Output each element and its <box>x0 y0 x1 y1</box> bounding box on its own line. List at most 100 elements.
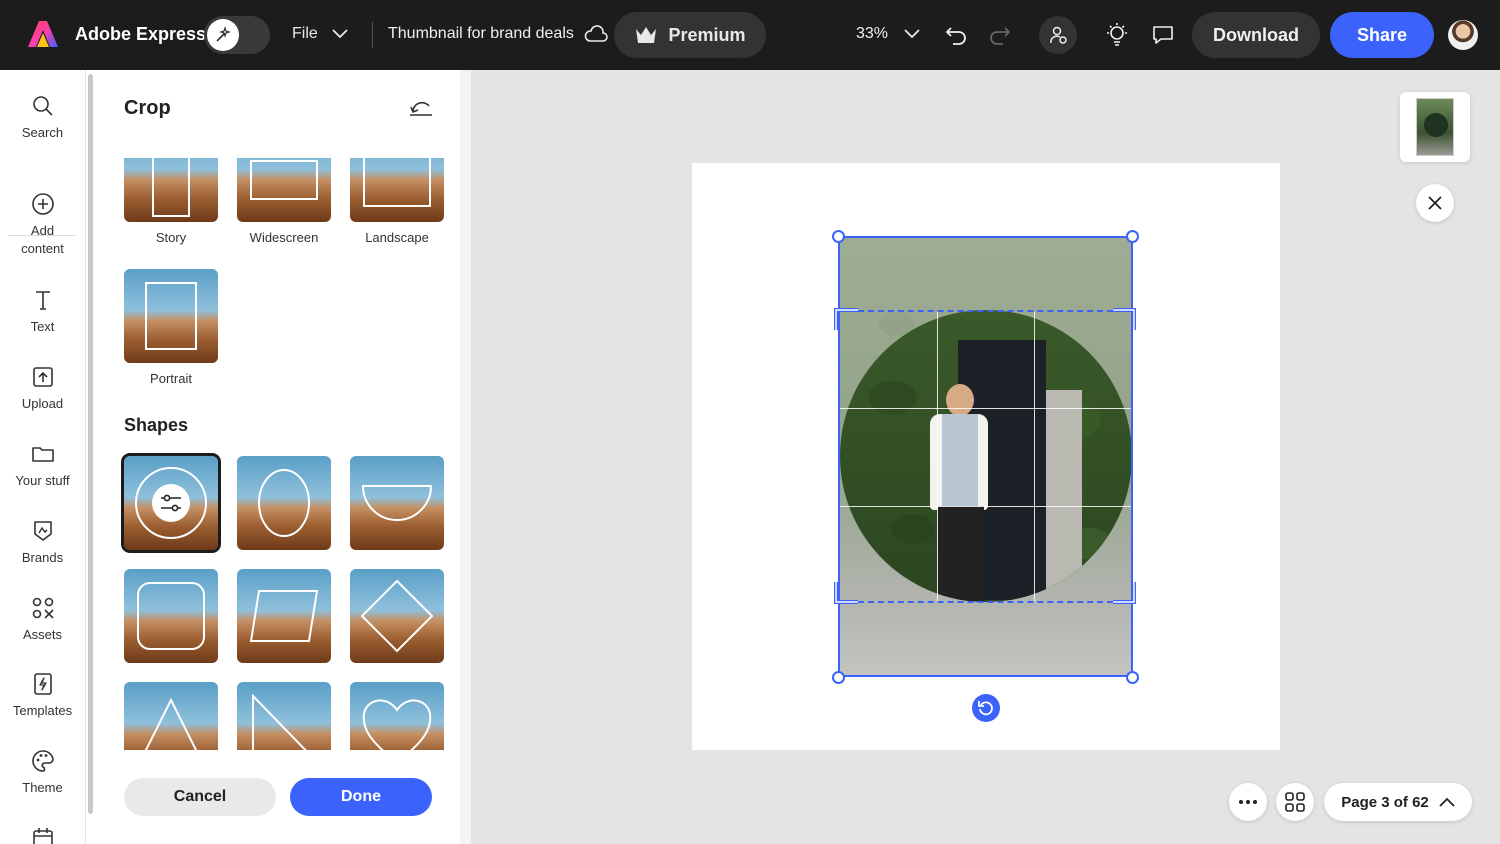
ratio-option-landscape[interactable]: Landscape <box>350 158 444 245</box>
ratio-thumbnail <box>350 158 444 222</box>
rail-item-your-stuff[interactable]: Your stuff <box>0 442 85 490</box>
rail-item-upload[interactable]: Upload <box>0 365 85 413</box>
rail-item-label: Assets <box>22 627 62 642</box>
rail-item-calendar[interactable] <box>0 826 85 844</box>
chevron-down-icon <box>332 29 348 39</box>
ratio-option-widescreen[interactable]: Widescreen <box>237 158 331 245</box>
adobe-express-logo-icon[interactable] <box>28 20 58 48</box>
page-thumbnail[interactable] <box>1400 92 1470 162</box>
shape-option-half-circle[interactable] <box>350 456 444 550</box>
grid-icon <box>1285 792 1305 812</box>
download-button[interactable]: Download <box>1192 12 1320 58</box>
left-rail: Search Add content Text Upload Your stuf… <box>0 70 85 844</box>
top-bar: Adobe Express File Thumbnail for brand d… <box>0 0 1500 70</box>
search-icon <box>32 96 53 116</box>
shape-option-triangle[interactable] <box>124 682 218 750</box>
shape-thumbnail <box>350 682 444 750</box>
rail-item-add-content[interactable]: Add content <box>0 192 85 258</box>
close-button[interactable] <box>1416 184 1454 222</box>
done-button[interactable]: Done <box>290 778 432 816</box>
shape-thumbnail <box>350 569 444 663</box>
grid-view-button[interactable] <box>1276 783 1314 821</box>
crop-corner-brackets[interactable] <box>830 302 1141 611</box>
close-icon <box>1428 196 1442 210</box>
resize-handle-top-right[interactable] <box>1126 230 1139 243</box>
collaborate-button[interactable] <box>1039 16 1077 54</box>
toolbar-divider <box>372 22 373 48</box>
app-name[interactable]: Adobe Express <box>75 24 206 45</box>
plus-circle-icon <box>31 193 54 215</box>
shape-thumbnail <box>124 682 218 750</box>
brand-icon <box>33 521 52 541</box>
chevron-up-icon <box>1439 797 1455 807</box>
shape-thumbnail <box>237 569 331 663</box>
shape-thumbnail <box>237 456 331 550</box>
undo-button[interactable] <box>941 19 973 51</box>
generative-toggle[interactable] <box>204 16 270 54</box>
chevron-down-icon <box>904 29 920 39</box>
shape-option-ellipse[interactable] <box>237 456 331 550</box>
share-button[interactable]: Share <box>1330 12 1434 58</box>
lightbulb-button[interactable] <box>1101 19 1133 51</box>
rail-scrollbar[interactable] <box>86 70 96 844</box>
resize-handle-bottom-right[interactable] <box>1126 671 1139 684</box>
rail-item-assets[interactable]: Assets <box>0 596 85 644</box>
rail-item-search[interactable]: Search <box>0 94 85 142</box>
redo-icon <box>990 27 1011 45</box>
file-menu-label: File <box>292 25 318 42</box>
rotate-button[interactable] <box>972 694 1000 722</box>
crop-panel: Crop Story Widescreen Landscape Portrait <box>96 70 466 844</box>
redo-button[interactable] <box>983 19 1015 51</box>
palette-icon <box>31 750 54 772</box>
reset-crop-button[interactable] <box>408 96 434 120</box>
rail-item-label: Templates <box>12 703 73 718</box>
folder-icon <box>31 447 54 462</box>
ratio-label: Landscape <box>365 230 429 245</box>
shape-thumbnail <box>237 682 331 750</box>
ratio-label: Widescreen <box>249 230 319 245</box>
more-options-button[interactable] <box>1229 783 1267 821</box>
lightbulb-icon <box>1107 23 1127 46</box>
shape-option-rounded-square[interactable] <box>124 569 218 663</box>
reset-icon <box>410 101 432 116</box>
resize-handle-bottom-left[interactable] <box>832 671 845 684</box>
file-menu[interactable]: File <box>292 25 348 43</box>
document-title-text: Thumbnail for brand deals <box>388 25 574 42</box>
ratio-option-portrait[interactable]: Portrait <box>124 269 218 386</box>
more-icon <box>1239 800 1257 804</box>
rail-item-brands[interactable]: Brands <box>0 519 85 567</box>
rail-item-label: Upload <box>21 396 64 411</box>
premium-button[interactable]: Premium <box>614 12 766 58</box>
zoom-menu[interactable]: 33% <box>856 25 920 43</box>
shape-option-heart[interactable] <box>350 682 444 750</box>
shape-option-diamond[interactable] <box>350 569 444 663</box>
comments-button[interactable] <box>1147 19 1179 51</box>
page-indicator: Page 3 of 62 <box>1341 793 1429 811</box>
ratio-thumbnail <box>124 269 218 363</box>
ratio-label: Story <box>155 230 187 245</box>
page-navigator[interactable]: Page 3 of 62 <box>1324 783 1472 821</box>
rail-item-text[interactable]: Text <box>0 288 85 336</box>
ratio-thumbnail <box>124 158 218 222</box>
rotate-icon <box>978 701 993 716</box>
panel-edge <box>460 70 471 844</box>
rail-item-templates[interactable]: Templates <box>0 672 85 720</box>
resize-handle-top-left[interactable] <box>832 230 845 243</box>
rail-item-label: Text <box>30 319 55 334</box>
people-icon <box>1050 26 1067 44</box>
text-icon <box>35 291 50 310</box>
document-title[interactable]: Thumbnail for brand deals <box>388 25 608 43</box>
shape-option-parallelogram[interactable] <box>237 569 331 663</box>
crown-icon <box>636 27 657 43</box>
cancel-button[interactable]: Cancel <box>124 778 276 816</box>
shape-option-circle[interactable] <box>121 453 221 553</box>
shape-option-right-triangle[interactable] <box>237 682 331 750</box>
rail-item-label: Add content <box>21 223 64 256</box>
templates-icon <box>33 673 52 695</box>
shape-thumbnail <box>350 456 444 550</box>
rail-item-label: Brands <box>21 550 64 565</box>
ratio-option-story[interactable]: Story <box>124 158 218 245</box>
rail-item-theme[interactable]: Theme <box>0 749 85 797</box>
rail-item-label: Search <box>21 125 64 140</box>
user-avatar[interactable] <box>1448 20 1478 50</box>
